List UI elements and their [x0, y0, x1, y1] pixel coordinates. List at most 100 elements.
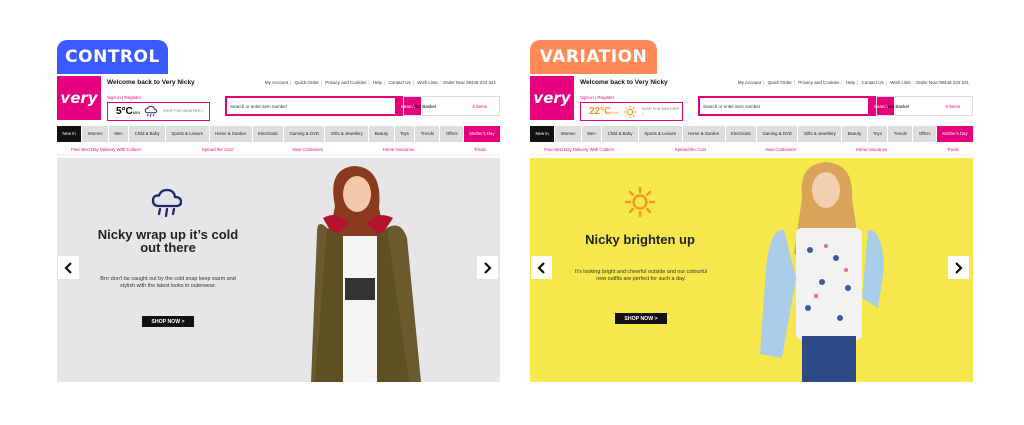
my-account-link[interactable]: My Account	[265, 80, 288, 85]
control-label: CONTROL	[57, 40, 168, 74]
nav-trends[interactable]: Trends	[415, 126, 440, 142]
shop-now-button[interactable]: SHOP NOW >	[142, 316, 194, 327]
promo-new-customers[interactable]: New Customers	[292, 147, 323, 152]
nav-women[interactable]: Women	[82, 126, 108, 142]
hero-title: Nicky wrap up it’s cold out there	[97, 227, 239, 255]
chevron-left-icon	[64, 261, 72, 274]
signin-link[interactable]: Sign in | Register	[580, 95, 614, 100]
nav-mothers-day[interactable]: Mother's Day	[463, 126, 500, 142]
variation-page: very Welcome back to Very Nicky Sign in …	[530, 74, 973, 382]
nav-men[interactable]: Men	[108, 126, 129, 142]
promo-home-insurance[interactable]: Home Insurance	[383, 147, 415, 152]
order-now-phone: Order Now 08448 222 321	[915, 80, 969, 85]
help-link[interactable]: Help	[846, 80, 855, 85]
nav-new-in[interactable]: New In	[57, 126, 82, 142]
chevron-right-icon	[484, 261, 492, 274]
welcome-text: Welcome back to Very Nicky	[580, 79, 668, 86]
chevron-left-icon	[537, 261, 545, 274]
promo-home-insurance[interactable]: Home Insurance	[856, 147, 888, 152]
promo-delivery[interactable]: Free Next Day Delivery With Collect+	[544, 147, 615, 152]
nav-toys[interactable]: Toys	[867, 126, 888, 142]
very-logo[interactable]: very	[530, 76, 574, 120]
wish-lists-link[interactable]: Wish Lists	[890, 80, 911, 85]
nav-offers[interactable]: Offers	[440, 126, 463, 142]
nav-child-baby[interactable]: Child & Baby	[129, 126, 165, 142]
carousel-next-button[interactable]	[477, 256, 498, 279]
wish-lists-link[interactable]: Wish Lists	[417, 80, 438, 85]
nav-gaming[interactable]: Gaming & DVD	[757, 126, 798, 142]
nav-sports[interactable]: Sports & Leisure	[165, 126, 209, 142]
nav-toys[interactable]: Toys	[394, 126, 415, 142]
model-image	[760, 162, 884, 382]
my-account-link[interactable]: My Account	[738, 80, 761, 85]
top-links: My Account | Quick Order | Privacy and Coo…	[264, 80, 496, 85]
shop-for-weather-link[interactable]: SHOP FOR WEATHER >	[642, 107, 682, 116]
nav-home-garden[interactable]: Home & Garden	[209, 126, 252, 142]
nav-new-in[interactable]: New In	[530, 126, 555, 142]
top-links: My Account | Quick Order | Privacy and Coo…	[737, 80, 969, 85]
nav-sports[interactable]: Sports & Leisure	[638, 126, 682, 142]
carousel-prev-button[interactable]	[531, 256, 552, 279]
chevron-right-icon	[955, 261, 963, 274]
variation-label: VARIATION	[530, 40, 657, 74]
contact-link[interactable]: Contact Us	[861, 80, 883, 85]
carousel-prev-button[interactable]	[58, 256, 79, 279]
nav-offers[interactable]: Offers	[913, 126, 936, 142]
main-nav: New In Women Men Child & Baby Sports & L…	[57, 126, 500, 142]
cloud-rain-icon	[151, 188, 183, 218]
promo-delivery[interactable]: Free Next Day Delivery With Collect+	[71, 147, 142, 152]
promo-spread-cost[interactable]: Spread the Cost	[202, 147, 233, 152]
weather-widget[interactable]: 5°CMIN SHOP FOR WEATHER >	[107, 102, 210, 121]
nav-electricals[interactable]: Electricals	[252, 126, 284, 142]
cloud-rain-icon	[145, 105, 158, 117]
hero-title: Nicky brighten up	[585, 232, 695, 247]
hero-banner[interactable]: Nicky wrap up it’s cold out there Brrr d…	[57, 158, 500, 382]
promo-spread-cost[interactable]: Spread the Cost	[675, 147, 706, 152]
search-input[interactable]: Search or enter item number	[698, 96, 872, 116]
order-now-phone: Order Now 08448 222 321	[442, 80, 496, 85]
nav-men[interactable]: Men	[581, 126, 602, 142]
basket[interactable]: Your Basket 0 items	[403, 96, 500, 116]
very-logo[interactable]: very	[57, 76, 101, 120]
promo-treats[interactable]: Treats	[474, 147, 486, 152]
nav-child-baby[interactable]: Child & Baby	[602, 126, 638, 142]
nav-home-garden[interactable]: Home & Garden	[682, 126, 725, 142]
hero-body: Brrr don’t be caught out by the cold sna…	[100, 276, 236, 289]
nav-trends[interactable]: Trends	[888, 126, 913, 142]
nav-gifts[interactable]: Gifts & Jewellery	[325, 126, 369, 142]
promo-treats[interactable]: Treats	[947, 147, 959, 152]
basket-items: 0 items	[472, 104, 487, 109]
privacy-link[interactable]: Privacy and Cookies	[798, 80, 839, 85]
shop-for-weather-link[interactable]: SHOP FOR WEATHER >	[163, 109, 204, 113]
carousel-next-button[interactable]	[948, 256, 969, 279]
privacy-link[interactable]: Privacy and Cookies	[325, 80, 366, 85]
weather-widget[interactable]: 22°CMIN SHOP FOR WEATHER >	[580, 102, 683, 121]
hero-body: It’s looking bright and cheerful outside…	[574, 269, 708, 282]
control-page: very Welcome back to Very Nicky Sign in …	[57, 74, 500, 382]
sun-icon	[624, 186, 656, 218]
help-link[interactable]: Help	[373, 80, 382, 85]
nav-gifts[interactable]: Gifts & Jewellery	[798, 126, 842, 142]
promo-bar: Free Next Day Delivery With Collect+ Spr…	[57, 145, 500, 155]
signin-link[interactable]: Sign in | Register	[107, 95, 141, 100]
hero-banner[interactable]: Nicky brighten up It’s looking bright an…	[530, 158, 973, 382]
nav-beauty[interactable]: Beauty	[842, 126, 867, 142]
nav-electricals[interactable]: Electricals	[725, 126, 757, 142]
shop-now-button[interactable]: SHOP NOW >	[615, 313, 667, 324]
nav-gaming[interactable]: Gaming & DVD	[284, 126, 325, 142]
ab-test-comparison: CONTROL very Welcome back to Very Nicky …	[0, 0, 1024, 425]
basket[interactable]: Your Basket 0 items	[876, 96, 973, 116]
nav-beauty[interactable]: Beauty	[369, 126, 394, 142]
temperature-value: 22°CMIN	[589, 106, 619, 117]
search-input[interactable]: Search or enter item number	[225, 96, 399, 116]
quick-order-link[interactable]: Quick Order	[295, 80, 319, 85]
contact-link[interactable]: Contact Us	[388, 80, 410, 85]
basket-label: Your Basket	[885, 104, 910, 109]
main-nav: New In Women Men Child & Baby Sports & L…	[530, 126, 973, 142]
nav-women[interactable]: Women	[555, 126, 581, 142]
promo-bar: Free Next Day Delivery With Collect+ Spr…	[530, 145, 973, 155]
nav-mothers-day[interactable]: Mother's Day	[936, 126, 973, 142]
promo-new-customers[interactable]: New Customers	[765, 147, 796, 152]
quick-order-link[interactable]: Quick Order	[768, 80, 792, 85]
sun-icon	[623, 105, 636, 118]
